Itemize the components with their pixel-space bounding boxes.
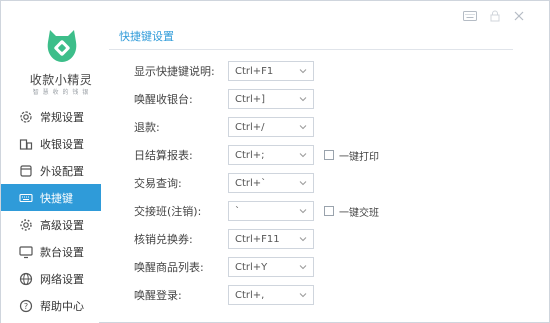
- shortcut-row: 交易查询: Ctrl+`: [134, 173, 314, 193]
- chevron-down-icon: [299, 293, 307, 298]
- sidebar-item-label: 帮助中心: [40, 299, 84, 313]
- sidebar-item-general[interactable]: 常规设置: [13, 103, 103, 130]
- shortcut-label: 唤醒登录:: [134, 289, 182, 302]
- sidebar-item-label: 款台设置: [40, 245, 84, 259]
- sidebar-item-counter[interactable]: 款台设置: [13, 238, 103, 265]
- sidebar: 收款小精灵 智 慧 收 的 钱 银 常规设置 收银设置 外设配置 快捷键 高级设…: [1, 1, 101, 323]
- checkbox-box[interactable]: [324, 206, 334, 216]
- shortcut-label: 核销兑换券:: [134, 233, 193, 246]
- shortcut-row: 唤醒收银台: Ctrl+]: [134, 89, 314, 109]
- monitor-icon: [18, 244, 34, 260]
- shortcut-select[interactable]: Ctrl+,: [228, 285, 314, 305]
- app-logo-icon: [47, 30, 77, 62]
- shortcut-select[interactable]: `: [228, 201, 314, 221]
- shortcut-label: 交易查询:: [134, 177, 182, 190]
- chevron-down-icon: [299, 153, 307, 158]
- shortcut-label: 交接班(注销):: [134, 205, 202, 218]
- checkbox-label: 一键打印: [339, 151, 379, 163]
- device-icon: [18, 163, 34, 179]
- shortcut-label: 唤醒收银台:: [134, 93, 193, 106]
- chevron-down-icon: [299, 181, 307, 186]
- shortcut-value: Ctrl+]: [235, 93, 266, 105]
- shortcut-value: Ctrl+Y: [235, 261, 268, 273]
- checkbox-label: 一键交班: [339, 207, 379, 219]
- advanced-gear-icon: [18, 217, 34, 233]
- panel-divider: [109, 49, 513, 50]
- keyboard-toggle-icon[interactable]: [463, 10, 477, 22]
- help-icon: ?: [18, 298, 34, 314]
- sidebar-item-label: 快捷键: [40, 191, 73, 205]
- shortcut-value: Ctrl+;: [235, 149, 265, 161]
- shortcut-label: 日结算报表:: [134, 149, 193, 162]
- chevron-down-icon: [299, 125, 307, 130]
- sidebar-item-label: 网络设置: [40, 272, 84, 286]
- shortcut-row: 显示快捷键说明: Ctrl+F1: [134, 61, 314, 81]
- shortcut-row: 退款: Ctrl+/: [134, 117, 314, 137]
- shortcut-row: 交接班(注销): ` 一键交班: [134, 201, 379, 221]
- globe-icon: [18, 271, 34, 287]
- shortcut-select[interactable]: Ctrl+/: [228, 117, 314, 137]
- sidebar-item-network[interactable]: 网络设置: [13, 265, 103, 292]
- chevron-down-icon: [299, 69, 307, 74]
- shortcut-value: Ctrl+,: [235, 289, 265, 301]
- sidebar-item-shortcuts[interactable]: 快捷键: [1, 184, 101, 211]
- app-name: 收款小精灵: [29, 73, 93, 87]
- svg-text:?: ?: [24, 302, 28, 311]
- shortcut-select[interactable]: Ctrl+Y: [228, 257, 314, 277]
- settings-window: 收款小精灵 智 慧 收 的 钱 银 常规设置 收银设置 外设配置 快捷键 高级设…: [0, 0, 550, 323]
- chevron-down-icon: [299, 97, 307, 102]
- shortcut-select[interactable]: Ctrl+F11: [228, 229, 314, 249]
- close-icon[interactable]: [513, 10, 525, 22]
- chevron-down-icon: [299, 237, 307, 242]
- shortcut-value: Ctrl+F1: [235, 65, 274, 77]
- sidebar-item-label: 常规设置: [40, 110, 84, 124]
- shortcut-select[interactable]: Ctrl+`: [228, 173, 314, 193]
- sidebar-item-label: 高级设置: [40, 218, 84, 232]
- sidebar-item-label: 收银设置: [40, 137, 84, 151]
- lock-icon[interactable]: [489, 10, 501, 22]
- shortcut-row: 日结算报表: Ctrl+; 一键打印: [134, 145, 379, 165]
- shortcut-value: Ctrl+F11: [235, 233, 280, 245]
- sidebar-item-help[interactable]: ? 帮助中心: [13, 292, 103, 319]
- panel-title: 快捷键设置: [119, 30, 174, 43]
- shift-handover-checkbox[interactable]: 一键交班: [324, 204, 379, 219]
- shortcut-row: 唤醒商品列表: Ctrl+Y: [134, 257, 314, 277]
- print-checkbox[interactable]: 一键打印: [324, 148, 379, 163]
- shortcut-value: Ctrl+`: [235, 177, 267, 189]
- window-controls: [463, 10, 525, 22]
- sidebar-menu: 常规设置 收银设置 外设配置 快捷键 高级设置 款台设置 网络设置 ? 帮助中心: [1, 103, 103, 319]
- app-slogan: 智 慧 收 的 钱 银: [32, 89, 90, 96]
- cashier-icon: [18, 136, 34, 152]
- sidebar-item-peripherals[interactable]: 外设配置: [13, 157, 103, 184]
- shortcut-value: Ctrl+/: [235, 121, 265, 133]
- shortcut-label: 唤醒商品列表:: [134, 261, 204, 274]
- shortcut-value: `: [235, 205, 240, 217]
- keyboard-icon: [18, 190, 34, 206]
- shortcut-row: 唤醒登录: Ctrl+,: [134, 285, 314, 305]
- chevron-down-icon: [299, 265, 307, 270]
- shortcut-label: 显示快捷键说明:: [134, 65, 215, 78]
- sidebar-item-advanced[interactable]: 高级设置: [13, 211, 103, 238]
- shortcut-select[interactable]: Ctrl+;: [228, 145, 314, 165]
- shortcut-select[interactable]: Ctrl+]: [228, 89, 314, 109]
- shortcut-row: 核销兑换券: Ctrl+F11: [134, 229, 314, 249]
- gear-icon: [18, 109, 34, 125]
- checkbox-box[interactable]: [324, 150, 334, 160]
- sidebar-item-cashier[interactable]: 收银设置: [13, 130, 103, 157]
- sidebar-item-label: 外设配置: [40, 164, 84, 178]
- shortcut-select[interactable]: Ctrl+F1: [228, 61, 314, 81]
- chevron-down-icon: [299, 209, 307, 214]
- shortcut-label: 退款:: [134, 121, 160, 134]
